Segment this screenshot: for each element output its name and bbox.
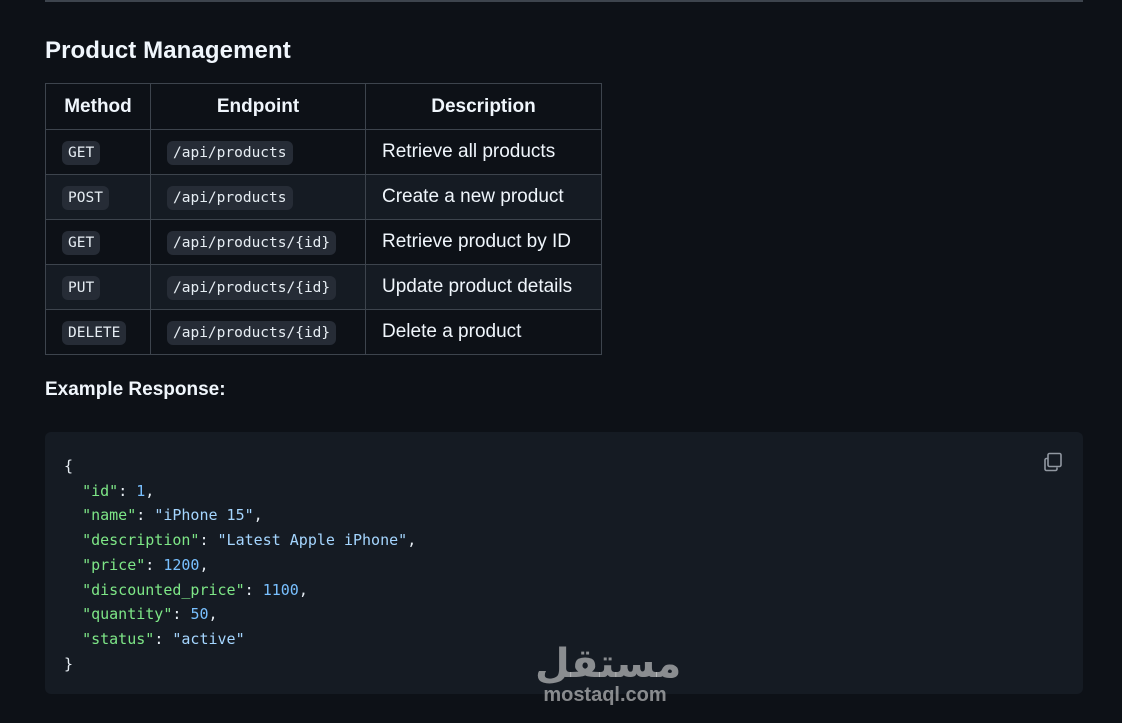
json-comma: ,	[407, 531, 417, 550]
endpoint-cell: /api/products/{id}	[150, 264, 366, 310]
json-value: 50	[190, 605, 209, 624]
header-method: Method	[45, 83, 151, 130]
method-cell: GET	[45, 129, 151, 175]
json-key: "id"	[82, 481, 119, 500]
table-row: GET /api/products Retrieve all products	[45, 129, 602, 175]
table-header-row: Method Endpoint Description	[45, 83, 602, 130]
json-value: "iPhone 15"	[154, 506, 254, 525]
json-line: "name": "iPhone 15",	[82, 506, 263, 525]
json-value: 1200	[163, 555, 200, 574]
method-code: GET	[62, 231, 101, 255]
table-row: DELETE /api/products/{id} Delete a produ…	[45, 309, 602, 355]
json-code-block[interactable]: { "id": 1, "name": "iPhone 15", "descrip…	[45, 432, 1083, 694]
description-cell: Update product details	[365, 264, 602, 310]
description-cell: Create a new product	[365, 174, 602, 220]
json-line: "quantity": 50,	[82, 605, 218, 624]
json-line: "description": "Latest Apple iPhone",	[82, 531, 417, 550]
method-code: DELETE	[62, 321, 127, 345]
horizontal-rule	[45, 0, 1083, 2]
method-cell: GET	[45, 219, 151, 265]
table-row: PUT /api/products/{id} Update product de…	[45, 264, 602, 310]
endpoint-code: /api/products/{id}	[167, 231, 337, 255]
copy-icon[interactable]	[1041, 450, 1065, 474]
json-line: "discounted_price": 1100,	[82, 580, 308, 599]
description-cell: Delete a product	[365, 309, 602, 355]
endpoint-code: /api/products	[167, 186, 293, 210]
header-endpoint: Endpoint	[150, 83, 366, 130]
example-response-label: Example Response:	[45, 379, 226, 400]
json-comma: ,	[298, 580, 308, 599]
table-row: GET /api/products/{id} Retrieve product …	[45, 219, 602, 265]
json-comma: ,	[145, 481, 155, 500]
endpoint-cell: /api/products	[150, 129, 366, 175]
endpoint-cell: /api/products/{id}	[150, 219, 366, 265]
json-value: 1100	[262, 580, 299, 599]
endpoint-code: /api/products/{id}	[167, 276, 337, 300]
json-key: "price"	[82, 555, 146, 574]
method-cell: POST	[45, 174, 151, 220]
markdown-page: Product Management Method Endpoint Descr…	[45, 0, 1083, 706]
json-open-brace: {	[64, 457, 74, 475]
method-code: GET	[62, 141, 101, 165]
method-cell: DELETE	[45, 309, 151, 355]
json-comma: ,	[208, 605, 218, 624]
json-line: "status": "active"	[82, 629, 245, 648]
json-comma: ,	[253, 506, 263, 525]
json-fields: "id": 1, "name": "iPhone 15", "descripti…	[64, 479, 1064, 652]
json-line: "price": 1200,	[82, 555, 209, 574]
json-key: "description"	[82, 531, 200, 550]
header-description: Description	[365, 83, 602, 130]
endpoint-code: /api/products	[167, 141, 293, 165]
json-key: "discounted_price"	[82, 580, 245, 599]
section-title: Product Management	[45, 37, 291, 64]
json-key: "status"	[82, 629, 155, 648]
endpoint-cell: /api/products/{id}	[150, 309, 366, 355]
endpoint-cell: /api/products	[150, 174, 366, 220]
endpoint-code: /api/products/{id}	[167, 321, 337, 345]
json-key: "name"	[82, 506, 137, 525]
method-cell: PUT	[45, 264, 151, 310]
json-value: 1	[136, 481, 146, 500]
description-cell: Retrieve product by ID	[365, 219, 602, 265]
api-endpoints-table: Method Endpoint Description GET /api/pro…	[45, 83, 602, 355]
json-value: "Latest Apple iPhone"	[217, 531, 408, 550]
table-row: POST /api/products Create a new product	[45, 174, 602, 220]
description-cell: Retrieve all products	[365, 129, 602, 175]
json-comma: ,	[199, 555, 209, 574]
json-value: "active"	[172, 629, 245, 648]
json-key: "quantity"	[82, 605, 173, 624]
json-line: "id": 1,	[82, 481, 155, 500]
method-code: POST	[62, 186, 109, 210]
method-code: PUT	[62, 276, 101, 300]
json-close-brace: }	[64, 654, 74, 673]
